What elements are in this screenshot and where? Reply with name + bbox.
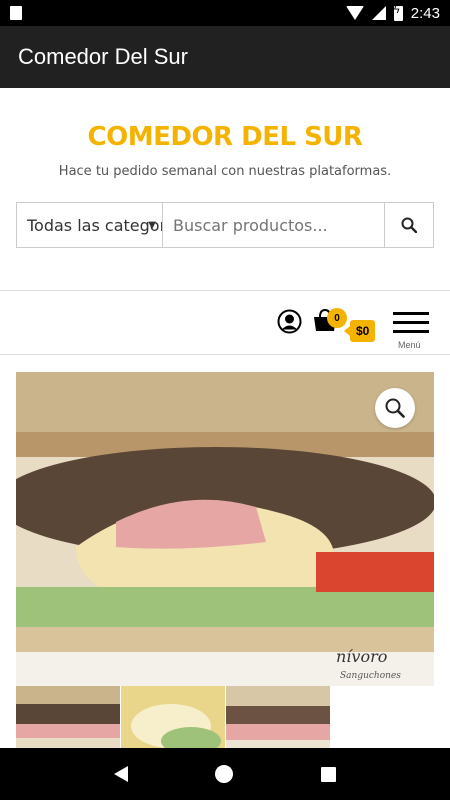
sd-card-icon bbox=[10, 6, 22, 20]
header-divider bbox=[0, 290, 450, 291]
site-tagline: Hace tu pedido semanal con nuestras plat… bbox=[58, 164, 392, 179]
battery-charging-icon bbox=[393, 4, 403, 21]
signal-icon bbox=[371, 6, 386, 20]
thumbnail-1[interactable] bbox=[16, 686, 120, 748]
product-search-form: Todas las categorías ▼ bbox=[16, 202, 434, 248]
thumbnail-3[interactable] bbox=[226, 686, 330, 748]
photo-caption: nívoro bbox=[336, 647, 387, 666]
recent-apps-icon[interactable] bbox=[321, 766, 337, 782]
tools-divider bbox=[0, 354, 450, 355]
search-input[interactable] bbox=[163, 203, 384, 247]
category-select-value: Todas las categorías bbox=[27, 215, 162, 235]
app-title: Comedor Del Sur bbox=[18, 44, 188, 69]
sandwich-photo: nívoro Sanguchones bbox=[16, 372, 434, 686]
menu-label: Menú bbox=[398, 340, 421, 350]
wifi-icon bbox=[345, 6, 364, 20]
home-icon[interactable] bbox=[215, 765, 234, 783]
search-icon bbox=[401, 217, 417, 233]
zoom-button[interactable] bbox=[375, 388, 415, 428]
zoom-icon bbox=[385, 398, 405, 418]
dropdown-arrow-icon: ▼ bbox=[148, 219, 156, 231]
header-tools: 0 $0 Menú bbox=[0, 300, 450, 354]
status-time: 2:43 bbox=[410, 4, 440, 22]
search-button[interactable] bbox=[384, 203, 433, 247]
app-bar: Comedor Del Sur bbox=[0, 26, 450, 88]
account-icon[interactable] bbox=[277, 309, 302, 334]
category-select[interactable]: Todas las categorías ▼ bbox=[17, 203, 163, 247]
back-icon[interactable] bbox=[113, 766, 128, 782]
menu-button[interactable] bbox=[393, 312, 429, 339]
thumbnail-strip bbox=[16, 686, 331, 748]
thumbnail-2[interactable] bbox=[121, 686, 225, 748]
cart-total[interactable]: $0 bbox=[343, 320, 376, 342]
hamburger-icon bbox=[393, 312, 429, 315]
photo-subcaption: Sanguchones bbox=[340, 671, 401, 681]
system-nav-bar bbox=[0, 748, 450, 800]
product-image[interactable]: nívoro Sanguchones bbox=[16, 372, 434, 686]
hamburger-icon-bar bbox=[393, 330, 429, 333]
site-title[interactable]: COMEDOR DEL SUR bbox=[0, 122, 450, 152]
status-bar: 2:43 bbox=[0, 0, 450, 26]
cart-count-badge[interactable]: 0 bbox=[327, 308, 347, 328]
hamburger-icon-bar bbox=[393, 321, 429, 324]
webview[interactable]: COMEDOR DEL SUR Hace tu pedido semanal c… bbox=[0, 88, 450, 748]
